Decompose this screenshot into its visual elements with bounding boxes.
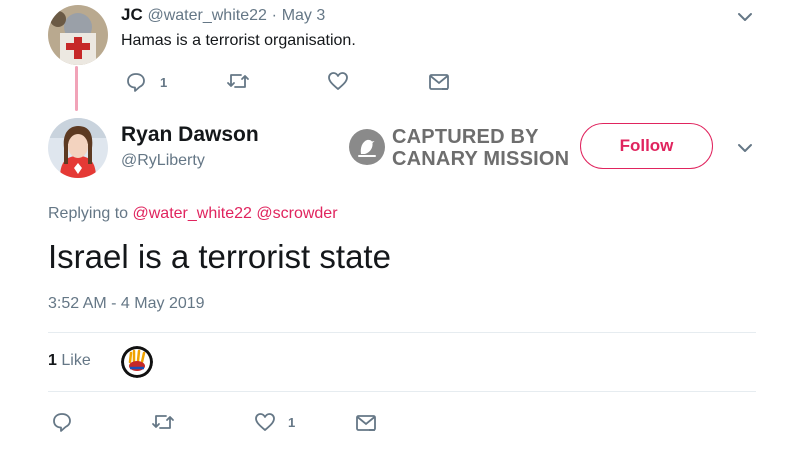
reply-icon[interactable] <box>51 411 73 433</box>
message-icon[interactable] <box>428 72 450 92</box>
like-action[interactable]: 1 <box>254 411 295 433</box>
ryan-avatar[interactable] <box>48 118 108 178</box>
parent-reply-count: 1 <box>160 74 168 90</box>
retweet-icon[interactable] <box>151 411 175 433</box>
replying-to-label: Replying to <box>48 205 129 222</box>
parent-author[interactable]: JC @water_white22 · May 3 <box>121 5 325 25</box>
parent-date[interactable]: May 3 <box>282 7 326 24</box>
parent-author-name[interactable]: JC <box>121 5 143 24</box>
canary-mission-logo <box>349 129 385 165</box>
parent-tweet-text: Hamas is a terrorist organisation. <box>121 32 356 49</box>
mention-link[interactable]: @water_white22 <box>133 205 252 222</box>
parent-separator: · <box>271 7 277 24</box>
likes-stat[interactable]: 1 Like <box>48 352 91 370</box>
chevron-down-icon[interactable] <box>736 8 754 26</box>
mention-link[interactable]: @scrowder <box>256 205 337 222</box>
divider <box>48 332 756 333</box>
reply-icon[interactable] <box>125 71 147 93</box>
liker-avatar[interactable] <box>121 346 153 378</box>
retweet-icon[interactable] <box>226 70 250 92</box>
jc-avatar[interactable] <box>48 5 108 65</box>
watermark-line-1: CAPTURED BY <box>392 126 539 148</box>
tweet-timestamp[interactable]: 3:52 AM - 4 May 2019 <box>48 295 205 313</box>
parent-reply-action[interactable]: 1 <box>125 71 167 93</box>
watermark-line-2: CANARY MISSION <box>392 148 570 170</box>
watermark-text: CAPTURED BY CANARY MISSION <box>392 126 569 170</box>
thread-connector <box>75 66 78 111</box>
message-icon[interactable] <box>355 413 377 433</box>
parent-author-handle[interactable]: @water_white22 <box>147 7 266 24</box>
like-icon[interactable] <box>327 70 349 92</box>
like-count: 1 <box>288 414 296 430</box>
follow-button[interactable]: Follow <box>580 123 713 169</box>
replying-to: Replying to @water_white22 @scrowder <box>48 205 338 223</box>
main-tweet-text: Israel is a terrorist state <box>48 238 391 275</box>
divider <box>48 391 756 392</box>
like-icon[interactable] <box>254 411 276 433</box>
main-author-handle[interactable]: @RyLiberty <box>121 152 205 170</box>
chevron-down-icon[interactable] <box>736 139 754 157</box>
main-author-name[interactable]: Ryan Dawson <box>121 123 259 147</box>
likes-label: Like <box>61 352 91 369</box>
likes-count: 1 <box>48 352 57 369</box>
